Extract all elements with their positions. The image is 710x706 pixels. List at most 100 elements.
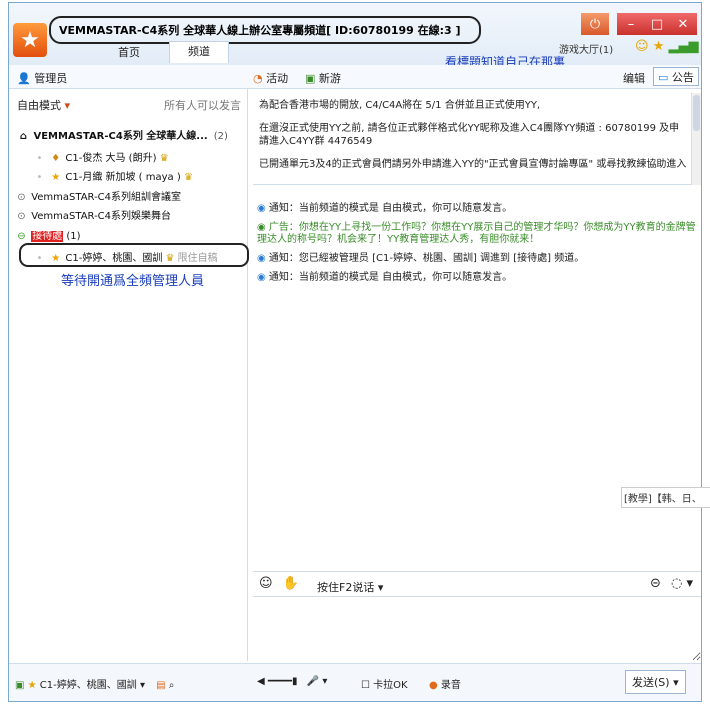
input-right-tools: ⊝ ◌ ▾: [650, 576, 693, 591]
game-hall-link[interactable]: 游戏大厅(1): [559, 41, 613, 56]
tab-channel[interactable]: 频道: [169, 41, 229, 63]
mode-label: 自由模式: [17, 99, 61, 112]
title-bar: ★ VEMMASTAR-C4系列 全球華人線上辦公室專屬頻道[ ID:60780…: [9, 3, 701, 69]
user-row[interactable]: • ★ C1-月織 新加坡 ( maya ) ♛: [33, 168, 193, 183]
channel-item[interactable]: ⊙ VemmaSTAR-C4系列組訓會議室: [15, 188, 181, 203]
notice-label: 公告: [671, 71, 694, 84]
star-badge-icon: ★: [27, 680, 37, 691]
chat-bubble-icon[interactable]: ◌: [671, 576, 682, 591]
bottom-bar: ▣ ★ C1-婷婷、桃園、國訓 ▾ ▤ ⌕ ◀ ━━━━▮ 🎤 ▾ ☐ 卡拉OK…: [9, 663, 701, 701]
info-icon: ◉: [257, 253, 266, 264]
status-dot-icon: •: [36, 153, 43, 164]
signal-icon: ▂▄▆: [668, 39, 699, 54]
edit-button[interactable]: 编辑: [623, 70, 645, 86]
minimize-icon[interactable]: –: [617, 13, 645, 35]
chevron-down-icon[interactable]: ▾: [686, 576, 693, 591]
send-label: 发送(S): [632, 676, 670, 689]
board-scrollbar[interactable]: [691, 93, 701, 185]
checkbox[interactable]: ☐: [361, 680, 370, 691]
expand-icon[interactable]: ⊙: [15, 192, 28, 203]
gesture-icon[interactable]: ✋: [283, 576, 299, 591]
chevron-down-icon: ▾: [322, 676, 328, 687]
channel-item[interactable]: ⊙ VemmaSTAR-C4系列娛樂舞台: [15, 207, 171, 222]
user-name: C1-月織 新加坡 ( maya ): [65, 172, 181, 183]
record-label: 录音: [440, 680, 461, 691]
root-channel[interactable]: ⌂ VEMMASTAR-C4系列 全球華人線... (2): [17, 127, 228, 142]
speaker-icon[interactable]: ◀: [257, 676, 265, 687]
chevron-down-icon: ▾: [64, 99, 71, 112]
crown-icon: ♛: [159, 153, 169, 164]
yy-client-window: ★ VEMMASTAR-C4系列 全球華人線上辦公室專屬頻道[ ID:60780…: [8, 2, 710, 702]
new-game-button[interactable]: ▣ 新游: [305, 70, 341, 86]
chevron-down-icon: ▾: [673, 676, 679, 689]
game-icon: ▣: [305, 72, 316, 85]
chat-message: ◉ 通知：当前频道的模式是 自由模式，你可以随意发言。: [257, 203, 701, 215]
avatar: ▣: [15, 680, 25, 691]
volume-control[interactable]: ◀ ━━━━▮ 🎤 ▾: [257, 676, 327, 687]
board-line: 在還沒正式使用YY之前, 請各位正式夥伴格式化YY昵称及進入C4團隊YY頻道 :…: [259, 123, 680, 147]
root-channel-count: (2): [213, 131, 228, 142]
karaoke-toggle[interactable]: ☐ 卡拉OK: [361, 676, 408, 691]
expand-icon[interactable]: ⊙: [15, 211, 28, 222]
volume-slider[interactable]: ━━━━▮: [268, 676, 298, 687]
admin-label: 管理员: [34, 72, 68, 85]
notice-icon: ▭: [658, 71, 669, 84]
reception-label: 接待處: [31, 231, 64, 242]
new-game-label: 新游: [318, 72, 341, 85]
star-icon[interactable]: ★: [653, 39, 665, 54]
chat-text: 广告：你想在YY上寻找一份工作吗？你想在YY展示自己的管理才华吗？你想成为YY教…: [257, 222, 696, 245]
board-line: 已開通單元3及4的正式會員們請另外申請進入YY的"正式會員宣傳討論專區" 或尋找…: [259, 159, 687, 170]
settings-icon[interactable]: ▤: [156, 680, 165, 691]
lock-icon[interactable]: ⊝: [650, 576, 661, 591]
current-user[interactable]: ▣ ★ C1-婷婷、桃園、國訓 ▾ ▤ ⌕: [15, 676, 174, 691]
star-logo-icon[interactable]: ★: [13, 23, 47, 57]
message-input[interactable]: [253, 597, 701, 661]
channel-label: VemmaSTAR-C4系列組訓會議室: [31, 192, 182, 203]
title-annotation-oval: [49, 16, 481, 44]
root-channel-label: VEMMASTAR-C4系列 全球華人線...: [33, 131, 208, 142]
reception-count: (1): [66, 231, 81, 242]
activity-button[interactable]: ◔ 活动: [253, 70, 288, 86]
user-badge-icon: ♦: [51, 153, 61, 164]
emoji-icon[interactable]: ☺: [259, 576, 273, 591]
channel-board: 為配合香港市場的開放, C4/C4A將在 5/1 合併並且正式使用YY, 在還沒…: [253, 93, 701, 185]
wait-annotation: 等待開通爲全頻管理人員: [61, 274, 205, 289]
microphone-icon[interactable]: 🎤: [307, 676, 319, 687]
crown-icon: ♛: [183, 172, 193, 183]
chat-text: 通知：当前频道的模式是 自由模式，你可以随意发言。: [268, 272, 513, 283]
chat-log: ◉ 通知：当前频道的模式是 自由模式，你可以随意发言。 ◉ 广告：你想在YY上寻…: [253, 203, 701, 291]
activity-icon: ◔: [253, 72, 263, 85]
tab-home[interactable]: 首页: [103, 44, 155, 60]
star-badge-icon: ★: [51, 172, 61, 183]
chevron-down-icon: ▾: [139, 680, 145, 691]
user-row[interactable]: • ♦ C1-俊杰 大马 (朗升) ♛: [33, 149, 169, 164]
channel-tree-panel: 自由模式 ▾ 所有人可以发言 ⌂ VEMMASTAR-C4系列 全球華人線...…: [9, 89, 249, 661]
scroll-thumb[interactable]: [693, 95, 700, 131]
notice-button[interactable]: ▭ 公告: [653, 67, 699, 86]
board-line: 為配合香港市場的開放, C4/C4A將在 5/1 合併並且正式使用YY,: [259, 100, 541, 111]
admin-button[interactable]: 👤 管理员: [17, 70, 67, 86]
push-to-talk-button[interactable]: 按住F2说话 ▾: [317, 579, 383, 595]
status-icons: ☺ ★ ▂▄▆: [635, 39, 699, 54]
search-icon[interactable]: ⌕: [169, 680, 175, 691]
reception-channel[interactable]: ⊖ 接待處 (1): [15, 227, 81, 242]
record-icon: ●: [429, 680, 438, 691]
activity-label: 活动: [266, 72, 289, 85]
admin-icon: 👤: [17, 72, 31, 85]
record-button[interactable]: ● 录音: [429, 676, 461, 691]
push-to-talk-label: 按住F2说话: [317, 581, 375, 594]
karaoke-label: 卡拉OK: [373, 680, 408, 691]
home-icon: ⌂: [19, 131, 28, 142]
user-annotation-oval: [19, 243, 249, 267]
floating-tag[interactable]: [教學]【韩、日、: [621, 487, 710, 508]
mode-dropdown[interactable]: 自由模式 ▾: [17, 97, 70, 113]
chat-text: 通知：当前频道的模式是 自由模式，你可以随意发言。: [268, 203, 513, 214]
info-icon: ◉: [257, 203, 266, 214]
close-icon[interactable]: ✕: [669, 13, 697, 35]
collapse-icon[interactable]: ⊖: [15, 231, 28, 242]
smiley-icon[interactable]: ☺: [635, 39, 649, 54]
chat-message: ◉ 广告：你想在YY上寻找一份工作吗？你想在YY展示自己的管理才华吗？你想成为Y…: [257, 222, 701, 246]
maximize-icon[interactable]: □: [643, 13, 671, 35]
send-button[interactable]: 发送(S) ▾: [625, 670, 686, 694]
power-icon[interactable]: ⏻: [581, 13, 609, 35]
